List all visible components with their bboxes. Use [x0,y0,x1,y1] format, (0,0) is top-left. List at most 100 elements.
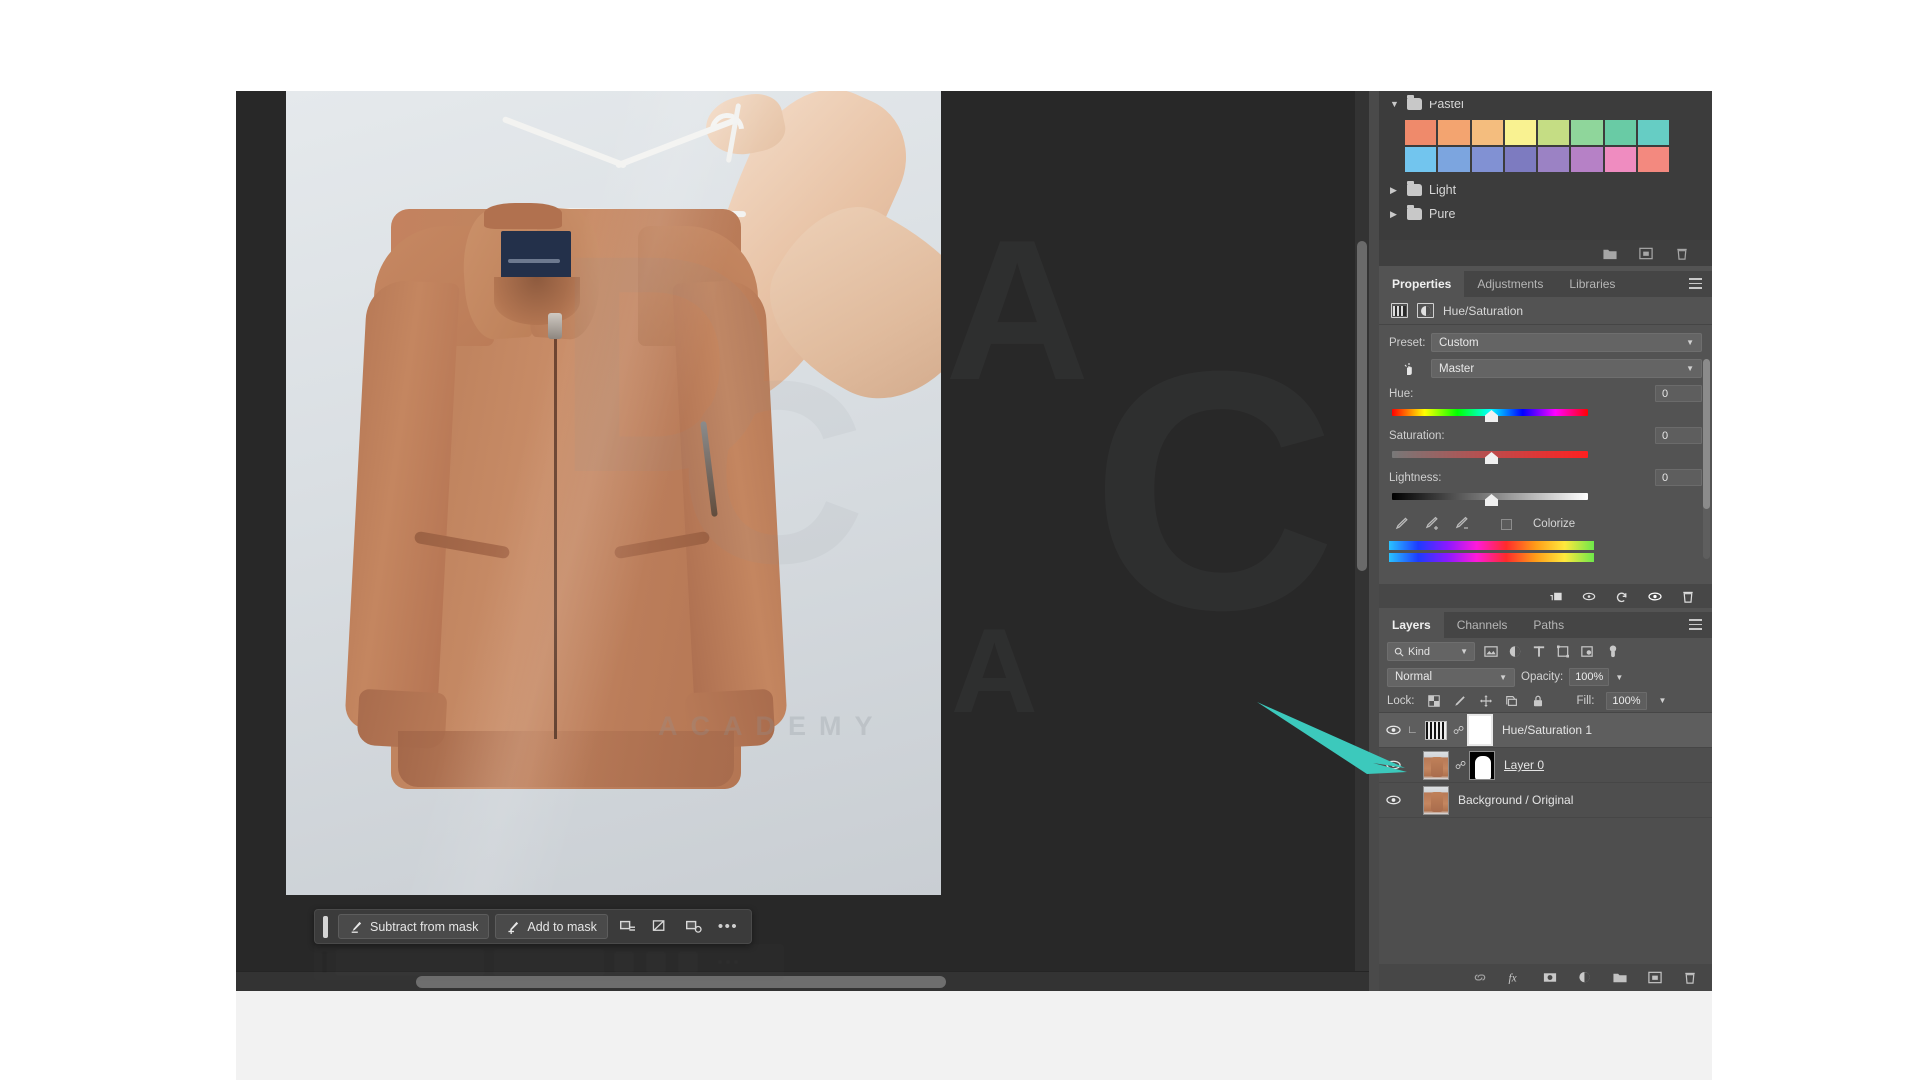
layer-name[interactable]: Background / Original [1458,793,1573,807]
select-and-mask-toolbar[interactable]: Subtract from mask Add to mask ••• [314,909,753,944]
swatch[interactable] [1503,146,1537,173]
filter-type-icon[interactable] [1531,644,1547,659]
layer-name[interactable]: Layer 0 [1504,758,1544,772]
layer-visibility-toggle[interactable] [1379,759,1407,771]
link-mask-icon[interactable]: ☍ [1453,724,1464,737]
layer-style-fx-icon[interactable]: fx [1507,970,1523,985]
add-to-mask-button[interactable]: Add to mask [495,914,608,939]
lock-nesting-icon[interactable] [1505,694,1519,708]
swatch[interactable] [1537,119,1571,146]
swatch[interactable] [1503,119,1537,146]
properties-scrollbar-thumb[interactable] [1703,359,1710,509]
swatch-group-light[interactable]: ▶ Light [1379,177,1712,203]
refine-edge-brush-button[interactable] [614,914,641,939]
previous-state-icon[interactable] [1581,589,1597,604]
filter-shape-icon[interactable] [1555,644,1571,659]
table-row[interactable]: Background / Original [1379,783,1712,818]
toggle-visibility-icon[interactable] [1647,589,1663,604]
hue-slider[interactable] [1389,405,1702,422]
lightness-value[interactable]: 0 [1655,469,1702,486]
chevron-down-icon[interactable]: ▼ [1659,696,1667,705]
new-group-icon[interactable] [1612,970,1628,985]
new-swatch-icon[interactable] [1638,246,1654,261]
document-canvas[interactable]: A C ADEMY Subtract from mask Add to mask… [236,91,1369,991]
swatch[interactable] [1437,119,1471,146]
color-range-bar-upper[interactable] [1389,541,1594,550]
table-row[interactable]: ∟ ☍ Hue/Saturation 1 [1379,713,1712,748]
tab-adjustments[interactable]: Adjustments [1464,271,1556,297]
blend-mode-select[interactable]: Normal ▼ [1387,667,1515,687]
fill-value[interactable]: 100% [1606,691,1647,710]
filter-adjustment-icon[interactable] [1507,644,1523,659]
lock-image-icon[interactable] [1453,694,1467,708]
canvas-vertical-scrollbar-thumb[interactable] [1357,241,1367,571]
eyedropper-subtract-icon[interactable] [1453,516,1469,532]
layer-thumbnail[interactable] [1423,750,1449,780]
swatch[interactable] [1603,146,1637,173]
layer-filter-kind-select[interactable]: Kind ▼ [1387,642,1475,661]
table-row[interactable]: ☍ Layer 0 [1379,748,1712,783]
preset-select[interactable]: Custom ▼ [1431,333,1702,352]
lock-position-icon[interactable] [1479,694,1493,708]
select-subject-button[interactable] [680,914,707,939]
tab-layers[interactable]: Layers [1379,612,1444,638]
channel-select[interactable]: Master ▼ [1431,359,1702,378]
layer-thumbnail[interactable] [1423,785,1449,815]
swatch[interactable] [1470,119,1504,146]
hamburger-menu-icon[interactable] [1689,619,1702,630]
swatch-group-pure[interactable]: ▶ Pure [1379,205,1712,223]
swatch[interactable] [1404,146,1438,173]
toolbar-more-options-button[interactable]: ••• [713,918,743,935]
link-mask-icon[interactable]: ☍ [1455,759,1466,772]
lock-transparent-icon[interactable] [1427,694,1441,708]
color-range-bar-lower[interactable] [1389,553,1594,562]
new-fill-adjustment-icon[interactable] [1577,970,1593,985]
opacity-value[interactable]: 100% [1569,668,1610,686]
delete-swatch-icon[interactable] [1674,246,1690,261]
saturation-slider[interactable] [1389,447,1702,464]
swatch[interactable] [1570,146,1604,173]
layer-thumbnail[interactable] [1425,720,1447,740]
reset-icon[interactable] [1614,589,1630,604]
swatch[interactable] [1537,146,1571,173]
tab-libraries[interactable]: Libraries [1556,271,1628,297]
layer-visibility-toggle[interactable] [1379,794,1407,806]
filter-smart-object-icon[interactable] [1579,644,1595,659]
lock-all-icon[interactable] [1531,694,1545,708]
filter-pixel-icon[interactable] [1483,644,1499,659]
tab-paths[interactable]: Paths [1520,612,1577,638]
tab-channels[interactable]: Channels [1444,612,1521,638]
on-image-adjust-icon[interactable] [1389,361,1431,377]
add-mask-icon[interactable] [1542,970,1558,985]
swatch[interactable] [1603,119,1637,146]
toolbar-drag-handle[interactable] [323,915,328,938]
swatch[interactable] [1636,119,1670,146]
clip-to-layer-icon[interactable] [1548,589,1564,604]
saturation-value[interactable]: 0 [1655,427,1702,444]
colorize-checkbox[interactable] [1501,518,1512,530]
layer-visibility-toggle[interactable] [1379,724,1407,736]
swatch[interactable] [1404,119,1438,146]
chevron-down-icon[interactable]: ▼ [1615,673,1623,682]
swatch[interactable] [1470,146,1504,173]
layer-mask-thumbnail[interactable] [1467,714,1493,746]
filter-toggle-icon[interactable] [1605,644,1621,659]
lightness-slider[interactable] [1389,489,1702,506]
tab-properties[interactable]: Properties [1379,271,1465,297]
eyedropper-icon[interactable] [1393,516,1409,532]
invert-selection-button[interactable] [647,914,674,939]
delete-layer-icon[interactable] [1682,970,1698,985]
layer-mask-thumbnail[interactable] [1469,750,1495,780]
swatch[interactable] [1437,146,1471,173]
new-group-icon[interactable] [1602,246,1618,261]
link-layers-icon[interactable] [1472,970,1488,985]
swatch[interactable] [1570,119,1604,146]
swatch[interactable] [1636,146,1670,173]
delete-adjustment-icon[interactable] [1680,589,1696,604]
layer-name[interactable]: Hue/Saturation 1 [1502,723,1592,737]
hue-value[interactable]: 0 [1655,385,1702,402]
document-photo[interactable]: D C ACADEMY [286,91,941,895]
hamburger-menu-icon[interactable] [1689,278,1702,289]
pastel-swatch-grid[interactable] [1404,119,1670,173]
eyedropper-add-icon[interactable] [1423,516,1439,532]
